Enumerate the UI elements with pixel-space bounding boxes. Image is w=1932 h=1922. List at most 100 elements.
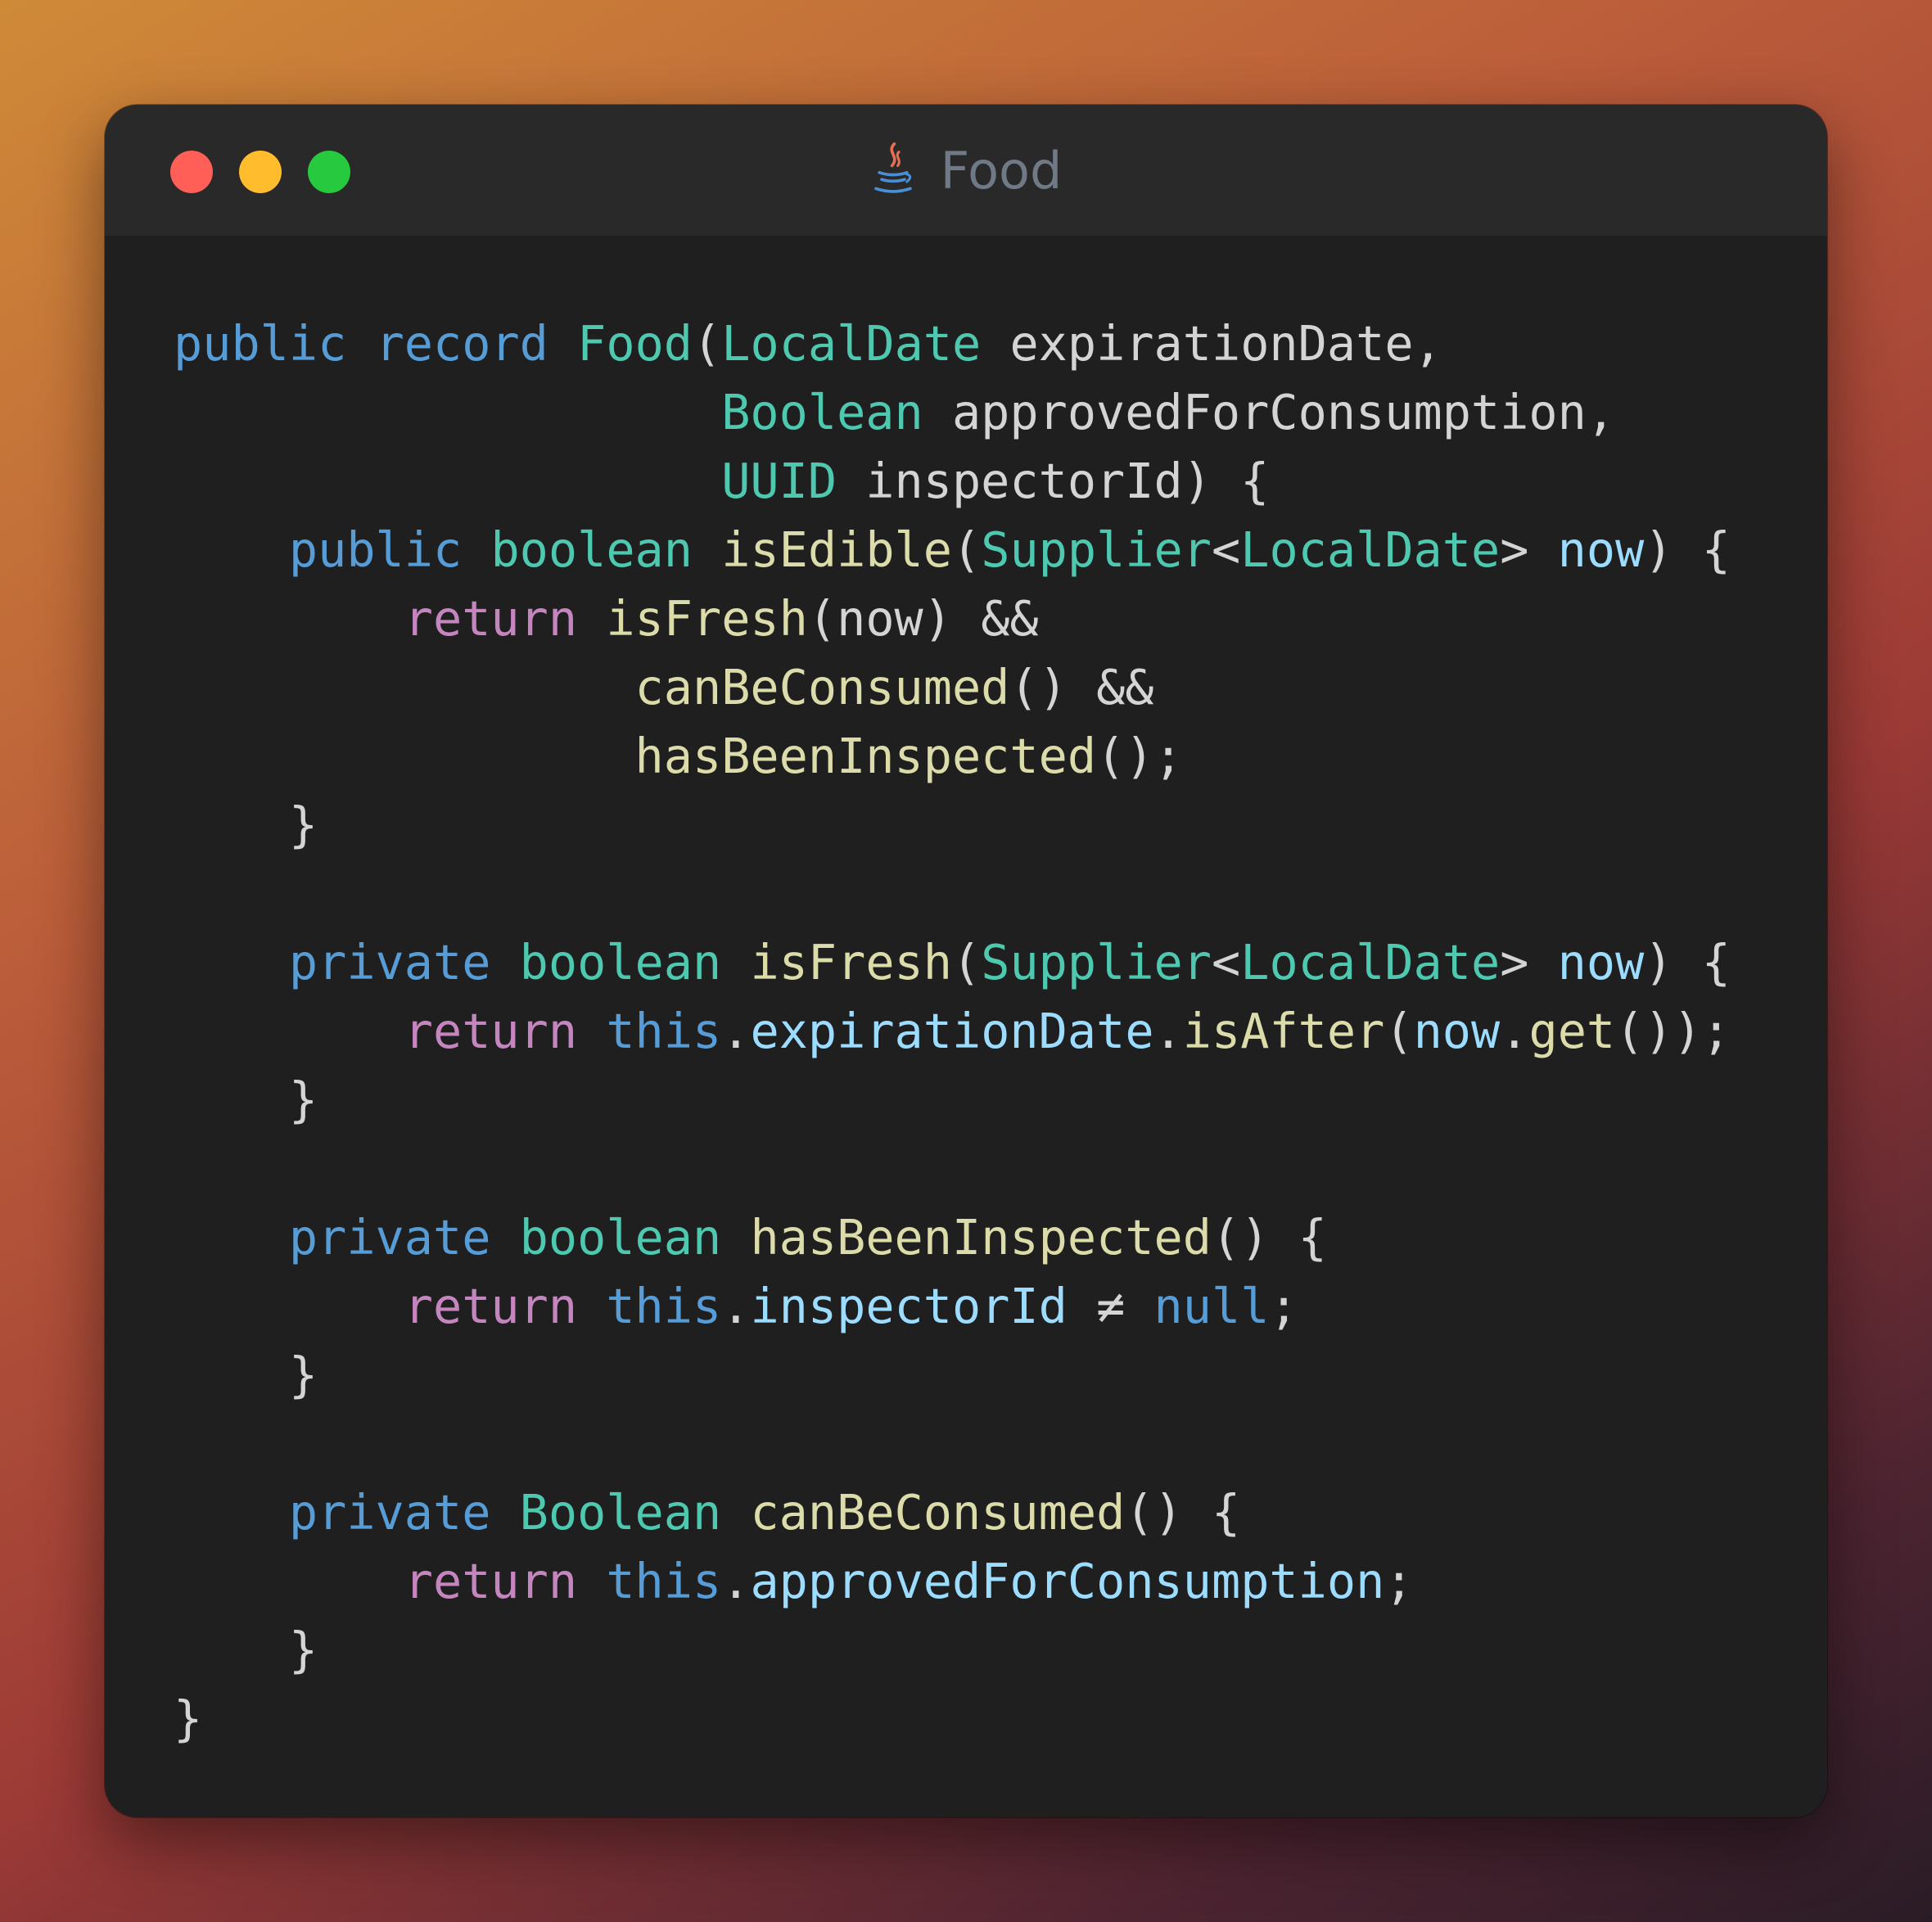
code-token: (now) &&: [807, 591, 1039, 647]
code-token: private: [288, 1210, 491, 1266]
code-block: public record Food(LocalDate expirationD…: [174, 309, 1731, 1753]
code-token: .: [721, 1279, 751, 1334]
code-line: }: [174, 1066, 1731, 1135]
code-token: get: [1528, 1004, 1616, 1059]
code-token: isAfter: [1182, 1004, 1385, 1059]
window-title: Food: [105, 105, 1827, 236]
code-token: public: [288, 522, 463, 578]
code-token: >: [1500, 522, 1558, 578]
code-line: return isFresh(now) &&: [174, 584, 1731, 653]
code-token: this: [606, 1004, 722, 1059]
code-line: private boolean isFresh(Supplier<LocalDa…: [174, 928, 1731, 997]
code-token: inspectorId) {: [837, 453, 1270, 509]
code-line: UUID inspectorId) {: [174, 447, 1731, 516]
code-line: hasBeenInspected();: [174, 722, 1731, 791]
code-line: }: [174, 1341, 1731, 1410]
code-line: }: [174, 791, 1731, 859]
code-token: hasBeenInspected: [750, 1210, 1212, 1266]
code-token: <: [1212, 935, 1241, 990]
code-token: ) {: [1644, 935, 1731, 990]
code-line: private boolean hasBeenInspected() {: [174, 1203, 1731, 1272]
code-token: ;: [1384, 1554, 1414, 1609]
code-token: (: [952, 522, 982, 578]
code-line: Boolean approvedForConsumption,: [174, 378, 1731, 447]
code-token: }: [174, 797, 318, 853]
code-token: hasBeenInspected: [634, 729, 1097, 784]
code-token: Supplier: [981, 522, 1212, 578]
code-token: (: [952, 935, 982, 990]
code-line: }: [174, 1616, 1731, 1685]
code-token: public: [174, 316, 347, 372]
code-token: ;: [1269, 1279, 1298, 1334]
code-token: }: [174, 1622, 318, 1678]
code-token: expirationDate: [750, 1004, 1154, 1059]
code-token: return: [404, 591, 578, 647]
title-bar: Food: [105, 105, 1827, 236]
code-line: public boolean isEdible(Supplier<LocalDa…: [174, 516, 1731, 584]
code-token: record: [375, 316, 548, 372]
code-token: null: [1153, 1279, 1270, 1334]
code-token: approvedForConsumption,: [923, 385, 1616, 440]
code-token: canBeConsumed: [750, 1485, 1126, 1541]
java-coffee-icon: [873, 142, 912, 193]
code-line: canBeConsumed() &&: [174, 653, 1731, 722]
code-token: (: [1384, 1004, 1414, 1059]
code-token: ();: [1096, 729, 1183, 784]
code-token: Boolean: [519, 1485, 722, 1541]
code-token: }: [174, 1072, 318, 1128]
code-token: return: [404, 1554, 578, 1609]
code-token: now: [1557, 935, 1645, 990]
code-line: return this.approvedForConsumption;: [174, 1547, 1731, 1616]
code-line: private Boolean canBeConsumed() {: [174, 1478, 1731, 1547]
code-window: Food public record Food(LocalDate expira…: [105, 105, 1827, 1817]
code-token: Boolean: [721, 385, 923, 440]
code-token: () {: [1211, 1210, 1327, 1266]
code-token: ) {: [1644, 522, 1731, 578]
code-token: private: [288, 1485, 491, 1541]
code-token: Food: [577, 316, 693, 372]
code-token: isEdible: [721, 522, 952, 578]
code-token: <: [1212, 522, 1241, 578]
code-token: LocalDate: [721, 316, 982, 372]
code-token: approvedForConsumption: [750, 1554, 1385, 1609]
code-token: .: [721, 1004, 751, 1059]
code-token: inspectorId: [750, 1279, 1068, 1334]
code-token: >: [1500, 935, 1558, 990]
code-token: () {: [1125, 1485, 1241, 1541]
code-token: LocalDate: [1240, 935, 1501, 990]
code-token: this: [606, 1554, 722, 1609]
code-line: }: [174, 1685, 1731, 1753]
code-token: isFresh: [750, 935, 952, 990]
code-token: (: [693, 316, 722, 372]
code-token: this: [606, 1279, 722, 1334]
code-token: canBeConsumed: [634, 660, 1010, 715]
code-token: return: [404, 1004, 578, 1059]
code-token: now: [1413, 1004, 1501, 1059]
